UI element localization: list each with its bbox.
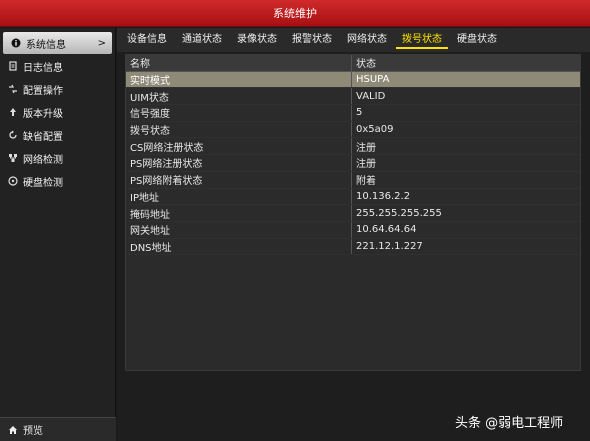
log-icon: [7, 61, 18, 72]
config-icon: [7, 84, 18, 95]
table-row[interactable]: 信号强度 5: [126, 105, 580, 122]
sidebar-item-label: 网络检测: [23, 154, 63, 166]
sidebar: 系统信息 > 日志信息 配置操作 版本升级 缺省配置 网络检测 硬盘检测: [0, 28, 116, 441]
row-name: 拨号状态: [126, 121, 352, 138]
row-name: PS网络注册状态: [126, 155, 352, 171]
sidebar-item-label: 版本升级: [23, 108, 63, 120]
row-status: 附着: [356, 176, 376, 188]
row-name: 网关地址: [126, 221, 352, 238]
row-status: 注册: [356, 159, 376, 171]
row-name: 信号强度: [126, 105, 352, 121]
row-name: UIM状态: [126, 88, 352, 105]
row-status: 5: [356, 107, 363, 119]
table-row[interactable]: 实时模式 HSUPA: [126, 71, 580, 89]
tab-bar: 设备信息 通道状态 录像状态 报警状态 网络状态 拨号状态 硬盘状态: [117, 28, 590, 52]
window-title-bar: 系统维护: [0, 0, 590, 27]
tab-disk-status[interactable]: 硬盘状态: [451, 31, 503, 49]
sidebar-item-config-ops[interactable]: 配置操作: [0, 78, 115, 100]
sidebar-item-log-info[interactable]: 日志信息: [0, 55, 115, 77]
preview-label: 预览: [23, 426, 43, 437]
table-row[interactable]: PS网络注册状态 注册: [126, 155, 580, 172]
status-table: 名称 状态 实时模式 HSUPA UIM状态 VALID 信号强度 5 拨号状态…: [125, 54, 581, 371]
tab-dialup-status[interactable]: 拨号状态: [396, 31, 448, 49]
row-status: 10.136.2.2: [356, 190, 411, 202]
table-row[interactable]: 网关地址 10.64.64.64: [126, 221, 580, 239]
tab-alarm-status[interactable]: 报警状态: [286, 31, 338, 49]
table-row[interactable]: IP地址 10.136.2.2: [126, 188, 580, 206]
window-title: 系统维护: [273, 7, 317, 20]
column-header-name: 名称: [126, 55, 352, 71]
disk-check-icon: [7, 176, 18, 187]
row-name: DNS地址: [126, 238, 352, 255]
sidebar-item-label: 日志信息: [23, 62, 63, 74]
sidebar-item-label: 系统信息: [26, 39, 66, 51]
tab-network-status[interactable]: 网络状态: [341, 31, 393, 49]
preview-button[interactable]: 预览: [0, 417, 116, 441]
table-header: 名称 状态: [126, 55, 580, 72]
tab-record-status[interactable]: 录像状态: [231, 31, 283, 49]
table-row[interactable]: DNS地址 221.12.1.227: [126, 238, 580, 256]
row-status: VALID: [356, 90, 386, 102]
sidebar-item-label: 硬盘检测: [23, 177, 63, 189]
column-header-status: 状态: [356, 59, 376, 71]
tab-channel-status[interactable]: 通道状态: [176, 31, 228, 49]
row-status: 0x5a09: [356, 124, 394, 136]
row-status: 255.255.255.255: [356, 207, 442, 219]
upgrade-icon: [7, 107, 18, 118]
row-status: HSUPA: [356, 74, 390, 86]
table-row[interactable]: 掩码地址 255.255.255.255: [126, 205, 580, 222]
tab-device-info[interactable]: 设备信息: [121, 31, 173, 49]
row-status: 221.12.1.227: [356, 240, 423, 252]
sidebar-item-disk-check[interactable]: 硬盘检测: [0, 170, 115, 192]
row-name: PS网络附着状态: [126, 171, 352, 188]
table-row[interactable]: CS网络注册状态 注册: [126, 138, 580, 156]
table-row[interactable]: 拨号状态 0x5a09: [126, 121, 580, 139]
table-row[interactable]: UIM状态 VALID: [126, 88, 580, 106]
watermark: 头条 @弱电工程师: [455, 416, 564, 431]
row-status: 10.64.64.64: [356, 224, 417, 236]
sidebar-item-label: 缺省配置: [23, 131, 63, 143]
info-icon: [10, 38, 21, 49]
table-row[interactable]: PS网络附着状态 附着: [126, 171, 580, 189]
chevron-right-icon: >: [97, 37, 106, 49]
sidebar-item-upgrade[interactable]: 版本升级: [0, 101, 115, 123]
sidebar-item-label: 配置操作: [23, 85, 63, 97]
row-name: IP地址: [126, 188, 352, 205]
sidebar-item-network-check[interactable]: 网络检测: [0, 147, 115, 169]
main-content: 设备信息 通道状态 录像状态 报警状态 网络状态 拨号状态 硬盘状态 名称 状态…: [117, 28, 590, 441]
sidebar-item-default-config[interactable]: 缺省配置: [0, 124, 115, 146]
row-name: CS网络注册状态: [126, 138, 352, 155]
row-name: 掩码地址: [126, 205, 352, 221]
sidebar-item-system-info[interactable]: 系统信息 >: [3, 32, 112, 54]
home-icon: [7, 424, 18, 435]
row-name: 实时模式: [126, 71, 352, 88]
row-status: 注册: [356, 142, 376, 154]
network-icon: [7, 153, 18, 164]
reset-icon: [7, 130, 18, 141]
